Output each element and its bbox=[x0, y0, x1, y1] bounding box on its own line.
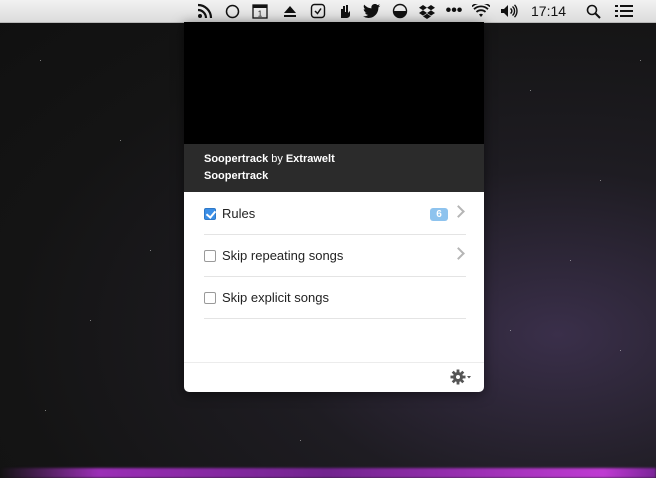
now-playing-info: Soopertrack by Extrawelt Soopertrack bbox=[184, 144, 484, 192]
rules-count-badge: 6 bbox=[430, 208, 448, 221]
horizon-glow bbox=[0, 468, 656, 478]
album-name: Soopertrack bbox=[204, 170, 269, 182]
clock-app-icon[interactable] bbox=[309, 2, 327, 20]
menu-bar: 1 ••• 17:14 bbox=[0, 0, 656, 23]
track-title: Soopertrack bbox=[204, 153, 269, 165]
circle-icon[interactable] bbox=[223, 2, 241, 20]
skip-repeating-label: Skip repeating songs bbox=[222, 248, 344, 263]
skip-repeating-row[interactable]: Skip repeating songs bbox=[204, 235, 466, 277]
svg-text:1: 1 bbox=[258, 10, 263, 19]
skip-repeating-checkbox[interactable] bbox=[204, 249, 216, 262]
footer-divider bbox=[184, 362, 484, 363]
rss-icon[interactable] bbox=[196, 2, 214, 20]
skip-explicit-checkbox[interactable] bbox=[204, 291, 216, 304]
calendar-icon[interactable]: 1 bbox=[251, 2, 269, 20]
twitter-icon[interactable] bbox=[362, 2, 382, 20]
search-icon[interactable] bbox=[584, 2, 602, 20]
more-dots-icon[interactable]: ••• bbox=[444, 2, 464, 20]
skip-explicit-label: Skip explicit songs bbox=[222, 290, 329, 305]
half-circle-icon[interactable] bbox=[391, 2, 409, 20]
volume-icon[interactable] bbox=[499, 2, 521, 20]
list-icon[interactable] bbox=[614, 2, 634, 20]
chevron-right-icon[interactable] bbox=[452, 205, 465, 218]
album-artwork bbox=[184, 22, 484, 144]
skip-explicit-row[interactable]: Skip explicit songs bbox=[204, 277, 466, 319]
soopertrack-popover: Soopertrack by Extrawelt Soopertrack Rules… bbox=[184, 22, 484, 392]
menubar-clock[interactable]: 17:14 bbox=[531, 3, 566, 19]
rules-row[interactable]: Rules 6 bbox=[204, 193, 466, 235]
dropbox-icon[interactable] bbox=[418, 2, 436, 20]
rules-checkbox[interactable] bbox=[204, 207, 216, 220]
eject-icon[interactable] bbox=[281, 2, 299, 20]
by-label: by bbox=[271, 153, 283, 165]
gear-icon[interactable] bbox=[450, 368, 472, 386]
artist-name: Extrawelt bbox=[285, 153, 335, 165]
chevron-right-icon[interactable] bbox=[452, 247, 465, 260]
wifi-icon[interactable] bbox=[471, 2, 491, 20]
hand-icon[interactable] bbox=[336, 2, 354, 20]
rules-label: Rules bbox=[222, 206, 256, 221]
